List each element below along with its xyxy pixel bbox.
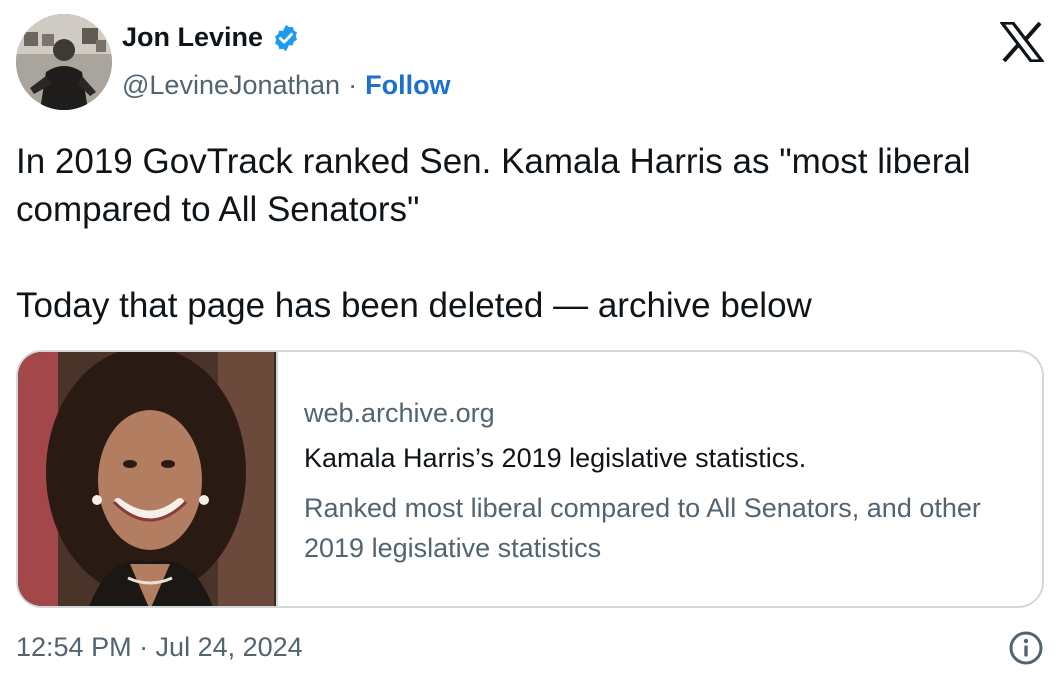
author-avatar[interactable] bbox=[16, 14, 112, 110]
tweet-paragraph-1: In 2019 GovTrack ranked Sen. Kamala Harr… bbox=[16, 142, 971, 229]
card-body: web.archive.org Kamala Harris’s 2019 leg… bbox=[278, 352, 1004, 606]
separator-dot: · bbox=[348, 70, 358, 100]
author-name[interactable]: Jon Levine bbox=[122, 22, 263, 53]
tweet-text: In 2019 GovTrack ranked Sen. Kamala Harr… bbox=[16, 138, 1036, 330]
link-preview-card[interactable]: web.archive.org Kamala Harris’s 2019 leg… bbox=[16, 350, 1044, 608]
card-thumbnail bbox=[18, 352, 278, 606]
author-handle[interactable]: @LevineJonathan bbox=[122, 70, 340, 101]
author-avatar-photo bbox=[16, 14, 112, 110]
tweet-paragraph-2: Today that page has been deleted — archi… bbox=[16, 286, 812, 325]
author-handle-row: @LevineJonathan · Follow bbox=[122, 70, 451, 101]
author-name-row: Jon Levine bbox=[122, 22, 301, 53]
follow-button[interactable]: Follow bbox=[365, 70, 450, 101]
card-title: Kamala Harris’s 2019 legislative statist… bbox=[304, 443, 807, 473]
verified-badge-icon bbox=[271, 23, 301, 53]
info-icon[interactable] bbox=[1008, 630, 1044, 666]
card-description: Ranked most liberal compared to All Sena… bbox=[304, 493, 981, 563]
card-domain: web.archive.org bbox=[304, 398, 495, 428]
x-logo-icon[interactable] bbox=[998, 21, 1046, 63]
tweet-timestamp[interactable]: 12:54 PM · Jul 24, 2024 bbox=[16, 632, 303, 663]
